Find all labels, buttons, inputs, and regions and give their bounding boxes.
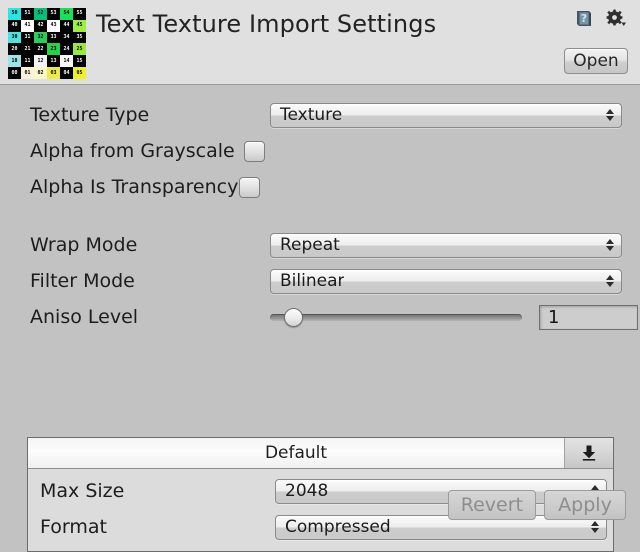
texture-cell: 52 [34,8,47,20]
format-label: Format [40,516,107,538]
texture-cell: 35 [73,31,86,44]
wrap-mode-label: Wrap Mode [30,234,138,256]
alpha-is-transparency-label: Alpha Is Transparency [30,176,239,198]
filter-mode-label: Filter Mode [30,270,135,292]
platform-tab-bar: Default [28,438,613,469]
texture-thumbnail[interactable]: 50 51 52 53 54 55 40 41 42 43 44 45 30 31 32 33 34 35 20 21… [8,8,86,79]
texture-cell: 24 [60,43,73,56]
row-texture-type: Texture Type Texture [0,97,640,133]
texture-type-label: Texture Type [30,104,150,126]
texture-cell: 12 [34,55,47,68]
texture-cell: 14 [60,55,73,68]
texture-cell: 53 [47,8,60,20]
texture-cell: 03 [47,67,60,79]
chevron-updown-icon [606,275,614,287]
texture-cell: 15 [73,55,86,68]
tab-default[interactable]: Default [28,438,564,468]
slider-knob[interactable] [283,307,303,327]
texture-cell: 50 [8,8,21,20]
max-size-value: 2048 [285,481,329,501]
alpha-from-grayscale-label: Alpha from Grayscale [30,140,235,162]
texture-type-dropdown[interactable]: Texture [270,102,622,128]
row-alpha-is-transparency: Alpha Is Transparency [0,169,640,205]
texture-cell: 21 [21,43,34,56]
texture-cell: 20 [8,43,21,56]
row-aniso-level: Aniso Level 1 [0,299,640,335]
header-icon-group: ? [573,8,627,30]
download-arrow-icon[interactable] [564,438,613,468]
chevron-updown-icon [606,239,614,251]
texture-cell: 10 [8,55,21,68]
aniso-level-label: Aniso Level [30,306,139,328]
alpha-from-grayscale-checkbox[interactable] [243,140,265,162]
texture-cell: 22 [34,43,47,56]
texture-cell: 25 [73,43,86,56]
texture-cell: 45 [73,19,86,32]
texture-cell: 05 [73,67,86,79]
row-alpha-from-grayscale: Alpha from Grayscale [0,133,640,169]
page-title: Text Texture Import Settings [96,10,437,38]
texture-cell: 23 [47,43,60,56]
svg-text:?: ? [581,12,587,25]
texture-cell: 40 [8,19,21,32]
texture-type-value: Texture [280,105,343,125]
chevron-updown-icon [606,109,614,121]
help-book-icon[interactable]: ? [573,8,595,30]
texture-cell: 34 [60,31,73,44]
alpha-is-transparency-checkbox[interactable] [239,176,261,198]
aniso-level-slider[interactable] [270,307,522,327]
aniso-level-value: 1 [548,306,560,328]
apply-button[interactable]: Apply [544,490,626,520]
open-button[interactable]: Open [564,48,628,74]
texture-cell: 41 [21,19,34,32]
texture-cell: 33 [47,31,60,44]
row-wrap-mode: Wrap Mode Repeat [0,227,640,263]
inspector-body: Texture Type Texture Alpha from Grayscal… [0,85,640,552]
footer-buttons: Revert Apply [447,490,626,520]
aniso-level-input[interactable]: 1 [539,304,638,330]
texture-cell: 11 [21,55,34,68]
texture-cell: 31 [21,31,34,44]
texture-cell: 51 [21,8,34,20]
texture-cell: 00 [8,67,21,79]
texture-cell: 13 [47,55,60,68]
texture-cell: 30 [8,31,21,44]
format-value: Compressed [285,517,391,537]
texture-cell: 04 [60,67,73,79]
texture-cell: 43 [47,19,60,32]
filter-mode-value: Bilinear [280,271,345,291]
row-filter-mode: Filter Mode Bilinear [0,263,640,299]
texture-cell: 01 [21,67,34,79]
chevron-updown-icon [591,521,599,533]
filter-mode-dropdown[interactable]: Bilinear [270,268,622,294]
wrap-mode-value: Repeat [280,235,340,255]
max-size-label: Max Size [40,480,125,502]
inspector-header: 50 51 52 53 54 55 40 41 42 43 44 45 30 31 32 33 34 35 20 21… [0,0,640,85]
texture-cell: 55 [73,8,86,20]
texture-cell: 54 [60,8,73,20]
texture-cell: 32 [34,31,47,44]
revert-button[interactable]: Revert [447,490,536,520]
slider-track [270,313,522,321]
wrap-mode-dropdown[interactable]: Repeat [270,232,622,258]
gear-icon[interactable] [605,8,627,30]
texture-cell: 44 [60,19,73,32]
texture-cell: 02 [34,67,47,79]
texture-cell: 42 [34,19,47,32]
